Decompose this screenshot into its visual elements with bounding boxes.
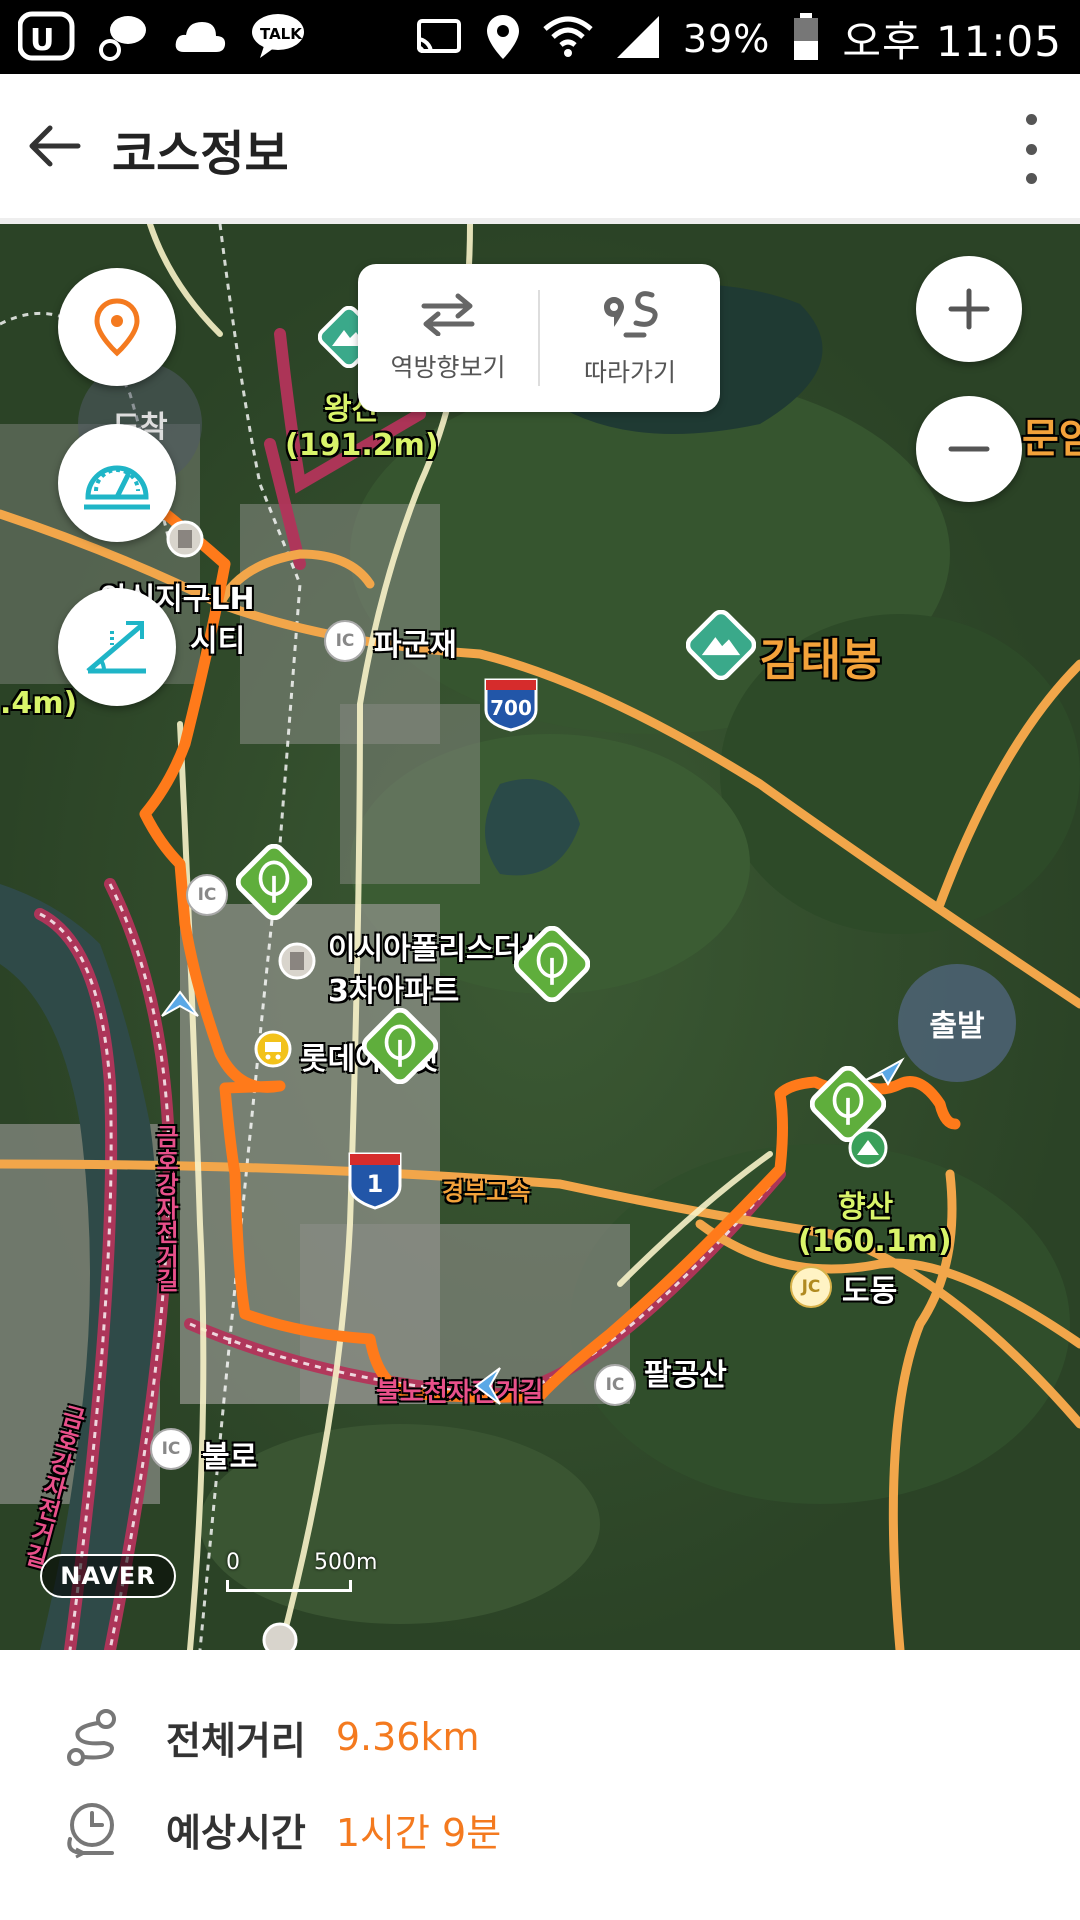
cloud-icon [172,16,228,60]
speed-gauge-button[interactable] [58,424,176,542]
highway-shield-700: 700 [482,676,540,732]
building-icon [278,942,316,984]
clock-ampm: 오후 [842,17,922,66]
ic-badge-dongdaegu: IC [186,874,228,916]
minus-icon [948,446,990,452]
direction-arrow-icon [158,986,202,1030]
place-palgongsan: 팔공산 [644,1358,727,1393]
mountain-peak-icon [685,609,757,684]
settings-badge-icon [98,10,150,66]
back-arrow-icon [29,125,81,167]
route-distance-icon [60,1705,124,1769]
clock-time: 11:05 [935,17,1062,66]
cast-icon [413,17,463,61]
place-dodong: 도동 [842,1274,898,1309]
zoom-out-button[interactable] [916,396,1022,502]
app-bar: 코스정보 [0,74,1080,224]
status-bar: U TALK 39% 오후 11:05 [0,0,1080,74]
elevation-angle-icon [86,621,146,674]
back-button[interactable] [22,114,86,178]
estimated-time-value: 1시간 9분 [335,1810,502,1855]
estimated-time-label: 예상시간 [166,1810,306,1855]
peak-label-munamsan: 문암산 [1022,416,1080,462]
swap-arrows-icon [421,293,475,336]
mountain-summit-icon [848,1128,888,1172]
direction-arrow-icon [470,1364,510,1412]
peak-label-gamtaebong: 감태봉 [760,635,882,686]
scale-bar-line [226,1580,352,1592]
place-apt-2-line2: 3차아파트 [328,974,460,1009]
reverse-direction-label: 역방향보기 [390,353,506,382]
more-options-button[interactable] [1016,114,1046,184]
airport-icon [262,1622,298,1650]
jc-badge-dodong: JC [790,1266,832,1308]
peak-elev-partial: .4m) [0,686,78,721]
location-pin-icon [94,298,140,357]
place-pagunjae: 파군재 [374,628,457,663]
page-title: 코스정보 [112,126,289,182]
departure-marker[interactable]: 출발 [898,964,1016,1082]
reverse-direction-button[interactable]: 역방향보기 [358,264,538,412]
route-mode-toggle: 역방향보기 따라가기 [358,264,720,412]
park-tree-icon [361,1007,439,1088]
map-scale-bar: 0 500m [226,1550,377,1594]
park-tree-icon [235,843,313,924]
location-icon [485,13,521,65]
place-bullo: 불로 [202,1440,258,1475]
peak-label-hyangsan: 향산 [838,1190,894,1225]
my-location-button[interactable] [58,268,176,386]
ic-badge-bullo: IC [150,1428,192,1470]
direction-arrow-icon [862,1054,906,1094]
follow-route-label: 따라가기 [583,358,676,387]
park-tree-icon [513,925,591,1006]
ic-badge-pagunjae: IC [324,620,366,662]
bike-path-label-3: 불노천자전거길 [376,1378,544,1408]
plus-icon [948,288,990,330]
clock-time-icon [60,1797,124,1861]
battery-percent: 39% [682,16,771,61]
scale-distance-label: 500m [314,1550,378,1575]
follow-route-button[interactable]: 따라가기 [540,264,720,412]
building-icon [166,520,204,562]
peak-elev-wangsan: (191.2m) [285,428,439,463]
highway-number-1: 1 [366,1170,384,1198]
place-apt-1-line2: 시티 [190,624,246,659]
peak-elev-hyangsan: (160.1m) [798,1224,952,1259]
total-distance-label: 전체거리 [166,1718,306,1763]
course-info-panel: 전체거리 9.36km 예상시간 1시간 9분 [0,1650,1080,1920]
scale-zero-label: 0 [226,1550,240,1575]
signal-icon [615,14,661,64]
bike-path-label-1: 금호강자전거길 [151,1124,179,1292]
svg-text:TALK: TALK [260,25,303,43]
highway-number-700: 700 [490,696,532,720]
estimated-time-row: 예상시간 1시간 9분 [60,1794,501,1864]
ic-badge-palgongsan: IC [594,1364,636,1406]
talk-icon: TALK [250,12,306,64]
shopping-cart-icon [254,1030,292,1072]
total-distance-row: 전체거리 9.36km [60,1702,479,1772]
elevation-graph-button[interactable] [58,588,176,706]
total-distance-value: 9.36km [335,1715,480,1759]
route-follow-icon [604,291,658,338]
battery-icon [792,12,820,65]
speedometer-icon [84,465,150,510]
naver-logo: NAVER [40,1554,176,1598]
wifi-icon [543,15,593,63]
zoom-in-button[interactable] [916,256,1022,362]
svg-text:U: U [30,23,54,58]
road-label-gyeongbu: 경부고속 [442,1178,531,1206]
more-vert-icon [1025,114,1037,125]
highway-shield-1: 1 [346,1150,404,1210]
u-plus-icon: U [17,10,76,66]
map-view[interactable]: 왕산 (191.2m) 감태봉 향산 (160.1m) 문암산 .4m) 안심지… [0,224,1080,1650]
